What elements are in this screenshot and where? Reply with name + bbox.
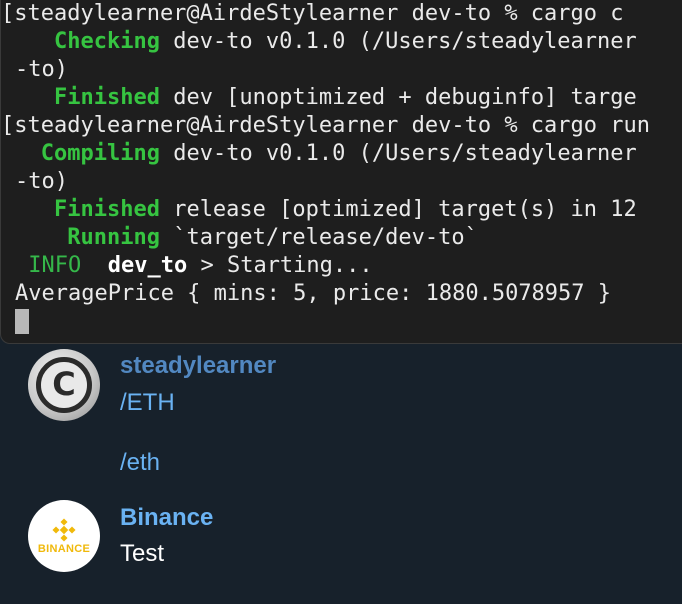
terminal-line: [steadylearner@AirdeStylearner dev-to % … bbox=[1, 1, 624, 26]
binance-avatar-icon[interactable]: BINANCE bbox=[28, 500, 100, 572]
terminal-line: Finished dev [unoptimized + debuginfo] t… bbox=[53, 85, 637, 110]
terminal-window[interactable]: [steadylearner@AirdeStylearner dev-to % … bbox=[0, 0, 682, 344]
command-link[interactable]: /ETH bbox=[120, 389, 175, 417]
binance-logo-label: BINANCE bbox=[37, 542, 91, 555]
sender-name[interactable]: Binance bbox=[120, 504, 213, 532]
terminal-line: INFO dev_to > Starting... bbox=[28, 253, 373, 278]
copyright-avatar-icon[interactable]: C bbox=[28, 349, 100, 421]
terminal-line: -to) bbox=[15, 169, 68, 194]
terminal-line: [steadylearner@AirdeStylearner dev-to % … bbox=[1, 113, 651, 138]
chat-area: C steadylearner /ETH /eth BINANCE Binanc… bbox=[0, 344, 682, 604]
terminal-line: Checking dev-to v0.1.0 (/Users/steadylea… bbox=[53, 29, 637, 54]
command-link[interactable]: /eth bbox=[120, 449, 160, 477]
terminal-line: Finished release [optimized] target(s) i… bbox=[53, 197, 637, 222]
sender-name[interactable]: steadylearner bbox=[120, 352, 276, 380]
terminal-cursor bbox=[15, 309, 29, 334]
binance-logo-icon bbox=[52, 517, 76, 542]
message-text: Test bbox=[120, 540, 165, 567]
terminal-line: AveragePrice { mins: 5, price: 1880.5078… bbox=[15, 281, 612, 306]
terminal-line: -to) bbox=[15, 57, 68, 82]
terminal-line: Compiling dev-to v0.1.0 (/Users/steadyle… bbox=[40, 141, 637, 166]
terminal-line: Running `target/release/dev-to` bbox=[67, 225, 478, 250]
